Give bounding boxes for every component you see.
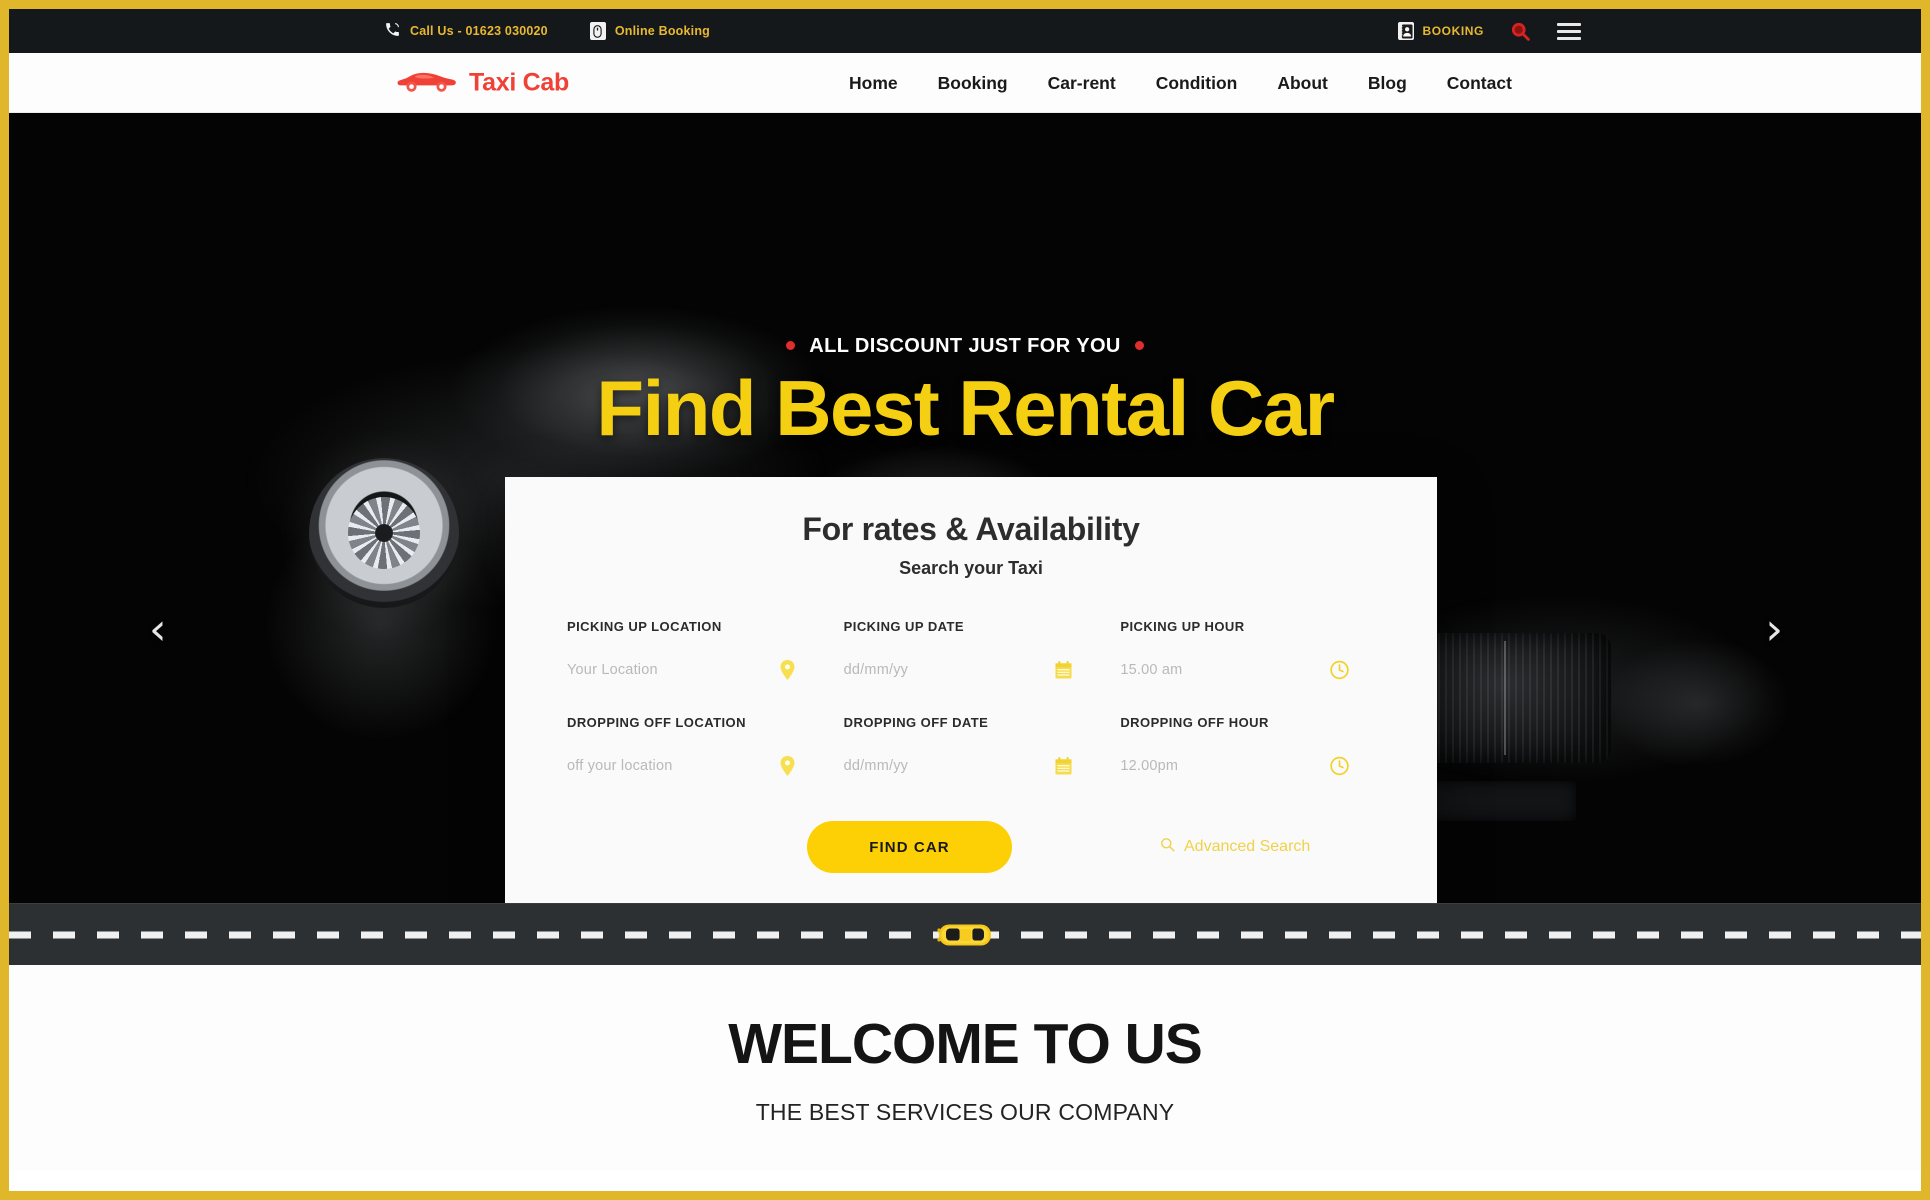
topbar-right-group: BOOKING [1398, 9, 1581, 53]
dropoff-hour-input[interactable]: 12.00pm [1120, 751, 1375, 781]
hero-kicker: ALL DISCOUNT JUST FOR YOU [9, 335, 1921, 358]
bullet-dot-icon [1134, 340, 1144, 350]
top-utility-bar: Call Us - 01623 030020 Online Booking BO… [9, 9, 1921, 53]
map-pin-icon[interactable] [779, 756, 796, 776]
input-placeholder: off your location [567, 758, 673, 774]
nav-item-car-rent[interactable]: Car-rent [1028, 73, 1136, 94]
pickup-date-input[interactable]: dd/mm/yy [844, 655, 1099, 685]
logo-text: Taxi Cab [469, 68, 569, 96]
booking-search-card: For rates & Availability Search your Tax… [505, 477, 1437, 903]
field-label: DROPPING OFF DATE [843, 715, 989, 730]
hero-carousel: ALL DISCOUNT JUST FOR YOU Find Best Rent… [9, 113, 1921, 903]
advanced-search-label: Advanced Search [1184, 838, 1311, 855]
mouse-icon [589, 22, 606, 40]
field-label: PICKING UP HOUR [1120, 619, 1245, 634]
call-us-label: Call Us - 01623 030020 [410, 24, 548, 38]
input-placeholder: dd/mm/yy [843, 758, 909, 774]
pickup-location-input[interactable]: Your Location [567, 655, 822, 685]
online-booking-item[interactable]: Online Booking [589, 22, 711, 40]
search-icon [1160, 837, 1175, 857]
field-picking-up-hour: PICKING UP HOUR 15.00 am [1120, 619, 1375, 715]
field-label: DROPPING OFF LOCATION [567, 715, 746, 730]
welcome-subheading: THE BEST SERVICES OUR COMPANY [755, 1098, 1175, 1125]
nav-item-condition[interactable]: Condition [1136, 73, 1258, 94]
bullet-dot-icon [786, 340, 796, 350]
booking-form-actions: FIND CAR Advanced Search [567, 821, 1375, 873]
logo[interactable]: Taxi Cab [397, 66, 569, 99]
nav-item-home[interactable]: Home [829, 73, 918, 94]
field-label: PICKING UP DATE [843, 619, 965, 634]
welcome-section: WELCOME TO US THE BEST SERVICES OUR COMP… [9, 965, 1921, 1171]
field-dropping-off-date: DROPPING OFF DATE dd/mm/yy [844, 715, 1099, 811]
page-frame: Call Us - 01623 030020 Online Booking BO… [0, 0, 1930, 1200]
map-pin-icon[interactable] [779, 660, 796, 680]
topbar-left-group: Call Us - 01623 030020 Online Booking [384, 9, 710, 53]
contact-card-icon [1398, 22, 1415, 40]
main-navigation: Home Booking Car-rent Condition About Bl… [829, 53, 1532, 113]
welcome-heading: WELCOME TO US [728, 1011, 1203, 1076]
hamburger-menu-icon[interactable] [1557, 22, 1581, 40]
field-picking-up-location: PICKING UP LOCATION Your Location [567, 619, 822, 715]
hero-kicker-text: ALL DISCOUNT JUST FOR YOU [809, 335, 1121, 357]
phone-icon [384, 21, 401, 41]
nav-item-blog[interactable]: Blog [1348, 73, 1427, 94]
nav-item-about[interactable]: About [1257, 73, 1348, 94]
clock-icon[interactable] [1330, 660, 1349, 680]
calendar-icon[interactable] [1055, 661, 1072, 679]
field-dropping-off-hour: DROPPING OFF HOUR 12.00pm [1120, 715, 1375, 811]
field-dropping-off-location: DROPPING OFF LOCATION off your location [567, 715, 822, 811]
booking-label: BOOKING [1422, 24, 1484, 38]
dropoff-date-input[interactable]: dd/mm/yy [844, 751, 1099, 781]
field-picking-up-date: PICKING UP DATE dd/mm/yy [844, 619, 1099, 715]
road-divider [9, 903, 1921, 965]
input-placeholder: 15.00 am [1120, 662, 1183, 678]
booking-card-title: For rates & Availability [802, 511, 1140, 547]
nav-item-booking[interactable]: Booking [918, 73, 1028, 94]
calendar-icon[interactable] [1055, 757, 1072, 775]
pickup-hour-input[interactable]: 15.00 am [1120, 655, 1375, 685]
field-label: DROPPING OFF HOUR [1120, 715, 1269, 730]
red-car-icon [397, 66, 457, 99]
carousel-prev-arrow-icon[interactable]: ‹ [149, 608, 167, 652]
site-header: Taxi Cab Home Booking Car-rent Condition… [9, 53, 1921, 113]
input-placeholder: 12.00pm [1120, 758, 1179, 774]
search-icon[interactable] [1510, 21, 1531, 42]
booking-button[interactable]: BOOKING [1398, 22, 1484, 40]
online-booking-label: Online Booking [614, 24, 711, 38]
booking-form-grid: PICKING UP LOCATION Your Location PICKIN… [567, 619, 1375, 811]
booking-card-subtitle: Search your Taxi [899, 558, 1043, 578]
carousel-next-arrow-icon[interactable]: › [1765, 608, 1783, 652]
dropoff-location-input[interactable]: off your location [567, 751, 822, 781]
call-us-item[interactable]: Call Us - 01623 030020 [384, 21, 548, 41]
nav-item-contact[interactable]: Contact [1427, 73, 1532, 94]
find-car-button[interactable]: FIND CAR [807, 821, 1012, 873]
advanced-search-link[interactable]: Advanced Search [1160, 837, 1310, 857]
input-placeholder: dd/mm/yy [843, 662, 909, 678]
yellow-taxi-top-view-icon [937, 920, 993, 950]
field-label: PICKING UP LOCATION [567, 619, 722, 634]
input-placeholder: Your Location [567, 662, 658, 678]
hero-title: Find Best Rental Car [596, 364, 1335, 452]
clock-icon[interactable] [1330, 756, 1349, 776]
